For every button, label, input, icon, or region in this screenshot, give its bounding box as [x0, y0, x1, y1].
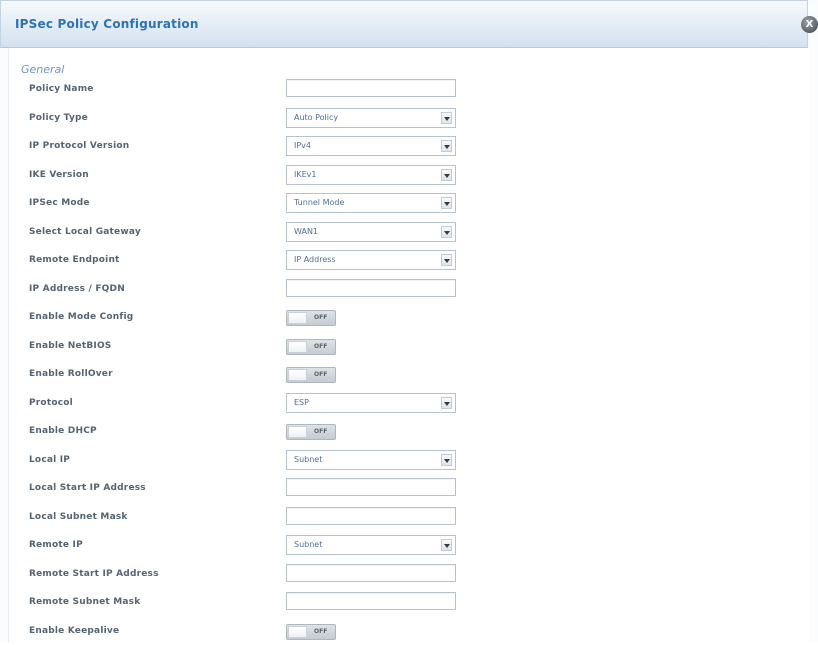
field-label-ip-protocol-version: IP Protocol Version [29, 141, 130, 151]
ip-protocol-version-select[interactable]: IPv4 [286, 136, 456, 156]
select-value: Tunnel Mode [294, 198, 345, 207]
field-label-ike-version: IKE Version [29, 170, 89, 180]
chevron-down-icon[interactable] [441, 169, 452, 181]
toggle-knob[interactable] [288, 369, 307, 381]
select-value: Auto Policy [294, 113, 339, 122]
field-label-enable-netbios: Enable NetBIOS [29, 341, 112, 351]
chevron-down-icon[interactable] [441, 197, 452, 209]
form-row-enable-keepalive: Enable Keepalive OFF [9, 618, 809, 645]
toggle-state: OFF [314, 428, 328, 435]
form-row-ip-address-fqdn: IP Address / FQDN [9, 276, 809, 303]
ipsec-policy-dialog: IPSec Policy Configuration X General Pol… [0, 0, 818, 642]
form-row-remote-endpoint: Remote Endpoint IP Address [9, 247, 809, 274]
remote-start-ip-address-input[interactable] [286, 564, 456, 582]
form-row-ipsec-mode: IPSec Mode Tunnel Mode [9, 190, 809, 217]
enable-netbios-toggle[interactable]: OFF [286, 339, 336, 355]
field-label-enable-dhcp: Enable DHCP [29, 426, 97, 436]
select-value: Subnet [294, 540, 323, 549]
toggle-state: OFF [314, 314, 328, 321]
toggle-knob[interactable] [288, 312, 307, 324]
form-row-ip-protocol-version: IP Protocol Version IPv4 [9, 133, 809, 160]
enable-mode-config-toggle[interactable]: OFF [286, 310, 336, 326]
toggle-knob[interactable] [288, 626, 307, 638]
toggle-state: OFF [314, 628, 328, 635]
enable-keepalive-toggle[interactable]: OFF [286, 624, 336, 640]
form-row-enable-rollover: Enable RollOver OFF [9, 361, 809, 388]
dialog-title: IPSec Policy Configuration [15, 17, 199, 31]
form-row-remote-subnet-mask: Remote Subnet Mask [9, 589, 809, 616]
field-label-remote-start-ip-address: Remote Start IP Address [29, 569, 159, 579]
field-label-enable-keepalive: Enable Keepalive [29, 626, 120, 636]
field-label-enable-mode-config: Enable Mode Config [29, 312, 134, 322]
remote-endpoint-select[interactable]: IP Address [286, 250, 456, 270]
section-title-general: General [21, 63, 65, 76]
chevron-down-icon[interactable] [441, 112, 452, 124]
form-row-local-subnet-mask: Local Subnet Mask [9, 504, 809, 531]
enable-dhcp-toggle[interactable]: OFF [286, 424, 336, 440]
chevron-down-icon[interactable] [441, 140, 452, 152]
form-row-local-ip: Local IP Subnet [9, 447, 809, 474]
form-row-enable-netbios: Enable NetBIOS OFF [9, 333, 809, 360]
select-local-gateway-select[interactable]: WAN1 [286, 222, 456, 242]
chevron-down-icon[interactable] [441, 254, 452, 266]
select-value: IPv4 [294, 141, 312, 150]
select-value: ESP [294, 398, 309, 407]
close-icon[interactable]: X [801, 16, 818, 33]
chevron-down-icon[interactable] [441, 454, 452, 466]
dialog-body: General Policy Name Policy Type Auto Polic… [8, 48, 809, 642]
toggle-knob[interactable] [288, 341, 307, 353]
field-label-ip-address-fqdn: IP Address / FQDN [29, 284, 125, 294]
ike-version-select[interactable]: IKEv1 [286, 165, 456, 185]
policy-type-select[interactable]: Auto Policy [286, 108, 456, 128]
form-row-policy-type: Policy Type Auto Policy [9, 105, 809, 132]
toggle-knob[interactable] [288, 426, 307, 438]
local-subnet-mask-input[interactable] [286, 507, 456, 525]
field-label-remote-ip: Remote IP [29, 540, 83, 550]
form-row-remote-start-ip-address: Remote Start IP Address [9, 561, 809, 588]
field-label-local-ip: Local IP [29, 455, 71, 465]
field-label-select-local-gateway: Select Local Gateway [29, 227, 141, 237]
remote-subnet-mask-input[interactable] [286, 592, 456, 610]
toggle-state: OFF [314, 343, 328, 350]
form-row-enable-mode-config: Enable Mode Config OFF [9, 304, 809, 331]
chevron-down-icon[interactable] [441, 539, 452, 551]
select-value: WAN1 [294, 227, 319, 236]
field-label-ipsec-mode: IPSec Mode [29, 198, 90, 208]
form-row-enable-dhcp: Enable DHCP OFF [9, 418, 809, 445]
protocol-select[interactable]: ESP [286, 393, 456, 413]
field-label-protocol: Protocol [29, 398, 73, 408]
form-row-select-local-gateway: Select Local Gateway WAN1 [9, 219, 809, 246]
ip-address-fqdn-input[interactable] [286, 279, 456, 297]
field-label-remote-subnet-mask: Remote Subnet Mask [29, 597, 141, 607]
dialog-titlebar: IPSec Policy Configuration [0, 0, 808, 48]
ipsec-mode-select[interactable]: Tunnel Mode [286, 193, 456, 213]
form-row-remote-ip: Remote IP Subnet [9, 532, 809, 559]
form-row-ike-version: IKE Version IKEv1 [9, 162, 809, 189]
form-row-local-start-ip-address: Local Start IP Address [9, 475, 809, 502]
field-label-policy-name: Policy Name [29, 84, 94, 94]
field-label-local-start-ip-address: Local Start IP Address [29, 483, 146, 493]
select-value: IP Address [294, 255, 336, 264]
policy-name-input[interactable] [286, 79, 456, 97]
select-value: IKEv1 [294, 170, 317, 179]
form-row-protocol: Protocol ESP [9, 390, 809, 417]
field-label-local-subnet-mask: Local Subnet Mask [29, 512, 128, 522]
field-label-policy-type: Policy Type [29, 113, 88, 123]
form-row-policy-name: Policy Name [9, 76, 809, 103]
enable-rollover-toggle[interactable]: OFF [286, 367, 336, 383]
local-start-ip-address-input[interactable] [286, 478, 456, 496]
chevron-down-icon[interactable] [441, 397, 452, 409]
chevron-down-icon[interactable] [441, 226, 452, 238]
select-value: Subnet [294, 455, 323, 464]
field-label-enable-rollover: Enable RollOver [29, 369, 113, 379]
remote-ip-select[interactable]: Subnet [286, 535, 456, 555]
local-ip-select[interactable]: Subnet [286, 450, 456, 470]
toggle-state: OFF [314, 371, 328, 378]
field-label-remote-endpoint: Remote Endpoint [29, 255, 120, 265]
